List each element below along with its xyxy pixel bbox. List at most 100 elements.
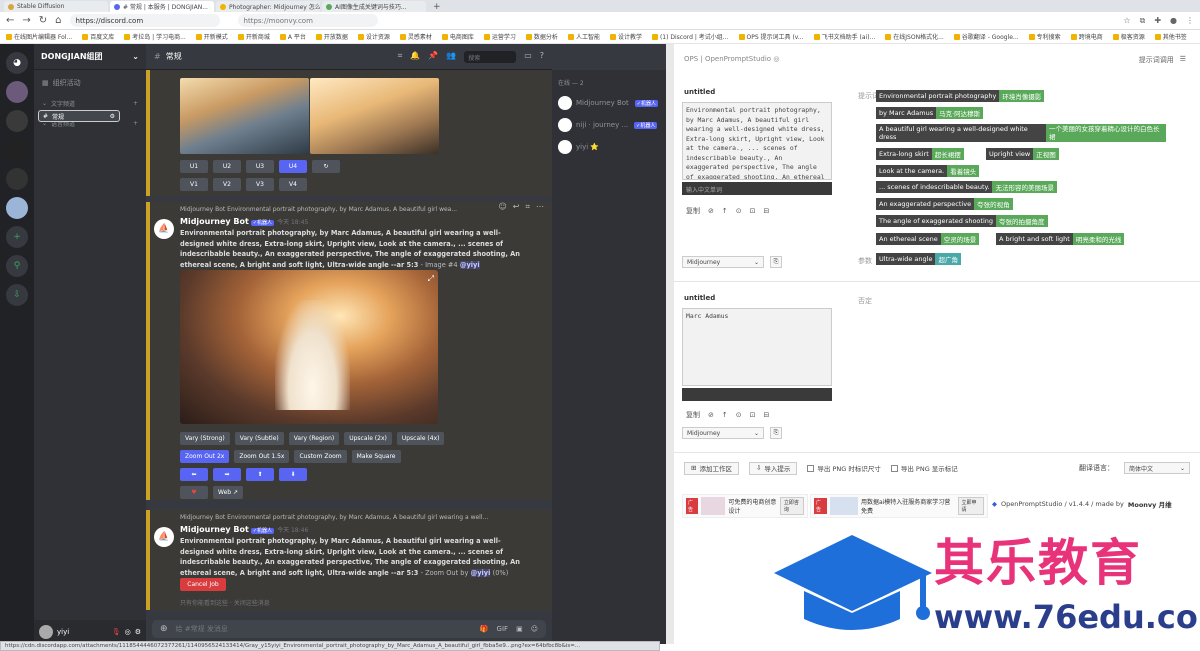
threads-icon[interactable]: ⌗ [398, 51, 403, 63]
result-image[interactable]: ⤢ [180, 270, 438, 424]
prompt-chip[interactable]: A beautiful girl wearing a well-designed… [876, 124, 1166, 142]
prompt-chip[interactable]: Extra-long skirt 超长裙摆 [876, 148, 964, 160]
action-button[interactable]: Upscale (4x) [396, 432, 445, 445]
prompt-chip[interactable]: Look at the camera. 看着镜头 [876, 165, 980, 177]
new-tab-button[interactable]: + [428, 2, 446, 12]
engine-select[interactable]: Midjourney ⌄ [682, 256, 764, 268]
tool-icon[interactable]: ⊘ [708, 207, 714, 215]
tool-icon[interactable]: ⊡ [750, 411, 756, 419]
help-icon[interactable]: ? [540, 51, 544, 63]
copy-small-button[interactable]: ⎘ [770, 256, 782, 268]
action-button[interactable]: Zoom Out 1.5x [234, 450, 290, 463]
emoji-icon[interactable]: ☺ [531, 625, 538, 633]
action-button[interactable]: Vary (Subtle) [234, 432, 284, 445]
import-button[interactable]: ⇩ 导入提示 [748, 461, 798, 475]
tool-icon[interactable]: ↑ [722, 207, 728, 215]
reply-icon[interactable]: ↩ [513, 202, 520, 212]
bookmark-item[interactable]: 人工智能 [567, 32, 600, 41]
settings-gear-icon[interactable]: ⚙ [135, 628, 141, 636]
bookmark-item[interactable]: 在线图片编辑器 Fol... [6, 32, 72, 41]
home-icon[interactable]: ⌂ [55, 15, 61, 26]
guild-header[interactable]: DONGJIAN组团 ⌄ [34, 44, 146, 70]
tool-icon[interactable]: ⊘ [708, 411, 714, 419]
generated-image[interactable] [310, 78, 439, 154]
headphones-icon[interactable]: ◎ [125, 628, 131, 636]
prompt-chip[interactable]: The angle of exaggerated shooting 夸张的拍摄角度 [876, 215, 1048, 227]
bookmark-item[interactable]: 设计教学 [609, 32, 642, 41]
add-server-icon[interactable]: + [6, 226, 28, 248]
action-button[interactable]: Vary (Region) [288, 432, 340, 445]
url-input[interactable]: https://discord.com [69, 14, 220, 27]
avatar[interactable]: ⛵ [154, 527, 174, 547]
translate-input[interactable] [682, 388, 832, 401]
split-divider[interactable] [666, 44, 674, 644]
extension-icon[interactable]: ⧉ [1140, 16, 1146, 26]
discord-home-icon[interactable]: ◕ [6, 52, 28, 74]
reload-icon[interactable]: ↻ [39, 15, 47, 26]
pin-icon[interactable]: 📌 [428, 51, 438, 63]
browser-tab[interactable]: Stable Diffusion [4, 1, 108, 12]
avatar[interactable]: ⛵ [154, 219, 174, 239]
menu-icon[interactable]: ⋮ [1186, 16, 1194, 26]
bookmark-item[interactable]: 百度文库 [82, 32, 114, 41]
bookmark-item[interactable]: 开放数据 [315, 32, 348, 41]
engine-select[interactable]: Midjourney ⌄ [682, 427, 764, 439]
browser-tab[interactable]: Photographer: Midjourney 怎么... [216, 1, 320, 12]
add-attachment-icon[interactable]: ⊕ [160, 624, 168, 634]
server-icon[interactable] [6, 139, 28, 161]
prompt-textarea[interactable]: Marc Adamus [682, 308, 832, 386]
prompt-chip[interactable]: An exaggerated perspective 夸张的视角 [876, 198, 1013, 210]
bookmark-item[interactable]: 极客资源 [1112, 32, 1145, 41]
prompt-chip[interactable]: ... scenes of indescribable beauty. 无法形容的… [876, 181, 1057, 193]
action-button[interactable]: U2 [213, 160, 241, 173]
prompt-textarea[interactable]: Environmental portrait photography, by M… [682, 102, 832, 180]
export-size-checkbox[interactable]: 导出 PNG 时标识尺寸 [807, 463, 881, 473]
puzzle-icon[interactable]: ✚ [1154, 16, 1161, 26]
server-icon[interactable] [6, 168, 28, 190]
avatar[interactable] [39, 625, 53, 639]
moonvy-link[interactable]: Moonvy 月维 [1128, 499, 1172, 509]
bookmark-item[interactable]: 灵感素材 [399, 32, 432, 41]
add-workspace-button[interactable]: ⊞ 添加工作区 [684, 461, 739, 475]
star-icon[interactable]: ☆ [1123, 16, 1130, 26]
action-button[interactable]: U1 [180, 160, 208, 173]
action-button[interactable]: V1 [180, 178, 208, 191]
author-name[interactable]: Midjourney Bot [180, 525, 249, 534]
copy-button[interactable]: 复制 [686, 410, 700, 420]
bell-icon[interactable]: 🔔 [410, 51, 420, 63]
members-icon[interactable]: 👥 [446, 51, 456, 63]
bookmark-item[interactable]: 电商图库 [441, 32, 474, 41]
action-button[interactable]: U3 [246, 160, 274, 173]
tool-icon[interactable]: ⊡ [750, 207, 756, 215]
thread-icon[interactable]: ⌗ [525, 202, 530, 212]
bookmark-item[interactable]: 飞书文档助手 (ai)... [813, 32, 875, 41]
back-icon[interactable]: ← [6, 15, 14, 26]
tool-icon[interactable]: ⊟ [764, 411, 770, 419]
bookmark-item[interactable]: 数据分析 [525, 32, 558, 41]
browser-tab-active[interactable]: # 常规 | 本服务 | DONGJIAN... [110, 1, 214, 12]
action-button[interactable]: Zoom Out 2x [180, 450, 230, 463]
gift-icon[interactable]: 🎁 [480, 625, 489, 633]
bookmark-item[interactable]: 开新模式 [195, 32, 228, 41]
mute-icon[interactable]: 🎙 [112, 628, 121, 636]
ad-banner[interactable]: 广告 用数据ai模特入驻服务商家学习营免费 立即申请 [810, 494, 988, 518]
github-icon[interactable]: ◎ [773, 55, 779, 63]
translate-input[interactable]: 输入中文单词 [682, 182, 832, 195]
expand-icon[interactable]: ⤢ [428, 274, 434, 284]
copy-small-button[interactable]: ⎘ [770, 427, 782, 439]
events-item[interactable]: ▦ 组织活动 [34, 76, 146, 90]
bookmark-item[interactable]: 运营学习 [483, 32, 516, 41]
bookmark-item[interactable]: 谷歌翻译 - Google... [953, 32, 1019, 41]
member-item[interactable]: Midjourney Bot ✓机器人 [558, 92, 660, 114]
action-button[interactable]: ♥ [180, 486, 208, 499]
bookmark-item[interactable]: 其他书签 [1154, 32, 1187, 41]
message-input[interactable]: ⊕ 给 #常规 发消息 🎁 GIF ▣ ☺ [152, 620, 546, 638]
channel-item-general[interactable]: # 常规 ⚙ [38, 110, 120, 122]
prompt-chip[interactable]: A bright and soft light 明亮柔和的光线 [996, 233, 1125, 245]
search-input[interactable]: 搜索 [464, 50, 517, 63]
prompt-chip[interactable]: Environmental portrait photography 环境肖像摄影 [876, 90, 1045, 102]
user-mention[interactable]: @yiyi [459, 260, 480, 269]
action-button[interactable]: U4 [279, 160, 307, 173]
bookmark-item[interactable]: 考拉岛 | 学习电商... [124, 32, 186, 41]
gif-icon[interactable]: GIF [497, 625, 509, 633]
